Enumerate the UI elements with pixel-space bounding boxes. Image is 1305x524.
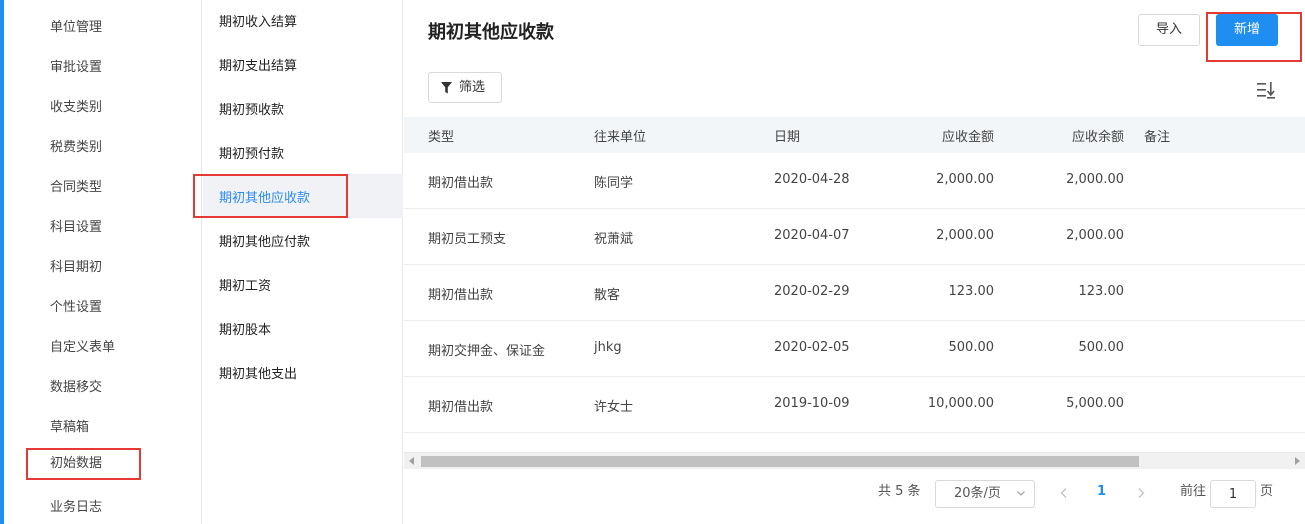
table-header: 类型 往来单位 日期 应收金额 应收余额 备注 <box>404 117 1305 153</box>
subnav-item-opening-prepayments[interactable]: 期初预付款 <box>219 143 284 162</box>
column-header-counterparty[interactable]: 往来单位 <box>594 126 646 145</box>
page-title: 期初其他应收款 <box>428 22 554 43</box>
cell-counterparty: 陈同学 <box>594 176 634 191</box>
cell-type: 期初借出款 <box>428 288 494 303</box>
cell-type: 期初员工预支 <box>428 232 507 247</box>
table-row[interactable]: 期初员工预支 祝萧斌 2020-04-07 2,000.00 2,000.00 <box>404 209 1305 265</box>
subnav-item-opening-other-expenses[interactable]: 期初其他支出 <box>219 363 297 382</box>
cell-balance: 2,000.00 <box>1066 228 1124 243</box>
table-row[interactable]: 期初借出款 陈同学 2020-04-28 2,000.00 2,000.00 <box>404 153 1305 209</box>
cell-balance: 123.00 <box>1078 284 1125 299</box>
initial-data-subnav: 期初收入结算 期初支出结算 期初预收款 期初预付款 期初其他应收款 期初其他应付… <box>193 0 403 524</box>
nav-item-business-log[interactable]: 业务日志 <box>50 496 102 515</box>
nav-item-unit-management[interactable]: 单位管理 <box>50 16 102 35</box>
page-size-select[interactable]: 20条/页 <box>935 480 1035 508</box>
nav-item-tax-categories[interactable]: 税费类别 <box>50 136 102 155</box>
settings-nav: 单位管理 审批设置 收支类别 税费类别 合同类型 科目设置 科目期初 个性设置 … <box>4 0 202 524</box>
page-number-current[interactable]: 1 <box>1097 484 1106 499</box>
total-count: 共 5 条 <box>878 484 921 499</box>
nav-item-initial-data[interactable]: 初始数据 <box>26 448 141 480</box>
column-header-type[interactable]: 类型 <box>428 126 454 145</box>
nav-item-custom-forms[interactable]: 自定义表单 <box>50 336 115 355</box>
nav-item-account-settings[interactable]: 科目设置 <box>50 216 102 235</box>
table-row[interactable]: 期初借出款 许女士 2019-10-09 10,000.00 5,000.00 <box>404 377 1305 433</box>
cell-type: 期初交押金、保证金 <box>428 344 546 359</box>
cell-date: 2020-04-07 <box>774 228 850 243</box>
funnel-icon <box>441 82 452 94</box>
nav-item-personal-settings[interactable]: 个性设置 <box>50 296 102 315</box>
scrollbar-thumb[interactable] <box>421 456 1139 467</box>
scroll-left-arrow-icon[interactable] <box>409 457 414 465</box>
goto-prefix: 前往 <box>1180 484 1207 499</box>
cell-amount: 123.00 <box>948 284 995 299</box>
cell-balance: 5,000.00 <box>1066 396 1124 411</box>
goto-suffix: 页 <box>1260 484 1274 499</box>
subnav-item-opening-other-receivables[interactable]: 期初其他应收款 <box>193 174 403 218</box>
chevron-left-icon[interactable] <box>1059 487 1069 499</box>
cell-counterparty: jhkg <box>594 340 622 355</box>
import-button[interactable]: 导入 <box>1138 14 1200 46</box>
subnav-item-opening-equity[interactable]: 期初股本 <box>219 319 271 338</box>
table-row[interactable]: 期初借出款 散客 2020-02-29 123.00 123.00 <box>404 265 1305 321</box>
cell-amount: 2,000.00 <box>936 172 994 187</box>
nav-item-approval-settings[interactable]: 审批设置 <box>50 56 102 75</box>
nav-item-account-opening[interactable]: 科目期初 <box>50 256 102 275</box>
horizontal-scrollbar[interactable] <box>404 452 1305 469</box>
nav-item-drafts[interactable]: 草稿箱 <box>50 416 89 435</box>
main-panel: 期初其他应收款 导入 新增 筛选 类型 往来单位 日期 应收金额 应收余额 备注 <box>404 0 1305 524</box>
page-size-value: 20条/页 <box>954 486 1001 501</box>
cell-amount: 2,000.00 <box>936 228 994 243</box>
add-new-button[interactable]: 新增 <box>1216 14 1278 46</box>
nav-item-contract-types[interactable]: 合同类型 <box>50 176 102 195</box>
nav-item-income-expense-categories[interactable]: 收支类别 <box>50 96 102 115</box>
subnav-item-opening-advance-receipts[interactable]: 期初预收款 <box>219 99 284 118</box>
chevron-right-icon[interactable] <box>1136 487 1146 499</box>
cell-amount: 10,000.00 <box>927 396 994 411</box>
cell-date: 2020-02-29 <box>774 284 850 299</box>
goto-page-input[interactable] <box>1210 480 1256 508</box>
cell-balance: 500.00 <box>1078 340 1125 355</box>
column-header-remarks[interactable]: 备注 <box>1144 126 1170 145</box>
column-header-amount-receivable[interactable]: 应收金额 <box>894 126 994 145</box>
cell-type: 期初借出款 <box>428 176 494 191</box>
cell-counterparty: 散客 <box>594 288 621 303</box>
cell-date: 2020-02-05 <box>774 340 850 355</box>
scroll-right-arrow-icon[interactable] <box>1295 457 1300 465</box>
highlight-box <box>193 174 348 218</box>
subnav-item-opening-income-settlement[interactable]: 期初收入结算 <box>219 11 297 30</box>
cell-type: 期初借出款 <box>428 400 494 415</box>
subnav-item-opening-expense-settlement[interactable]: 期初支出结算 <box>219 55 297 74</box>
cell-balance: 2,000.00 <box>1066 172 1124 187</box>
chevron-down-icon <box>1017 491 1025 496</box>
cell-date: 2020-04-28 <box>774 172 850 187</box>
cell-date: 2019-10-09 <box>774 396 850 411</box>
cell-counterparty: 祝萧斌 <box>594 232 634 247</box>
column-header-balance-receivable[interactable]: 应收余额 <box>1024 126 1124 145</box>
filter-button[interactable]: 筛选 <box>428 72 502 103</box>
subnav-item-opening-wages[interactable]: 期初工资 <box>219 275 271 294</box>
subnav-item-opening-other-payables[interactable]: 期初其他应付款 <box>219 231 310 250</box>
cell-counterparty: 许女士 <box>594 400 634 415</box>
filter-button-label: 筛选 <box>459 80 486 95</box>
nav-item-data-transfer[interactable]: 数据移交 <box>50 376 102 395</box>
cell-amount: 500.00 <box>948 340 995 355</box>
table-row[interactable]: 期初交押金、保证金 jhkg 2020-02-05 500.00 500.00 <box>404 321 1305 377</box>
column-header-date[interactable]: 日期 <box>774 126 800 145</box>
sort-icon[interactable] <box>1256 80 1276 100</box>
